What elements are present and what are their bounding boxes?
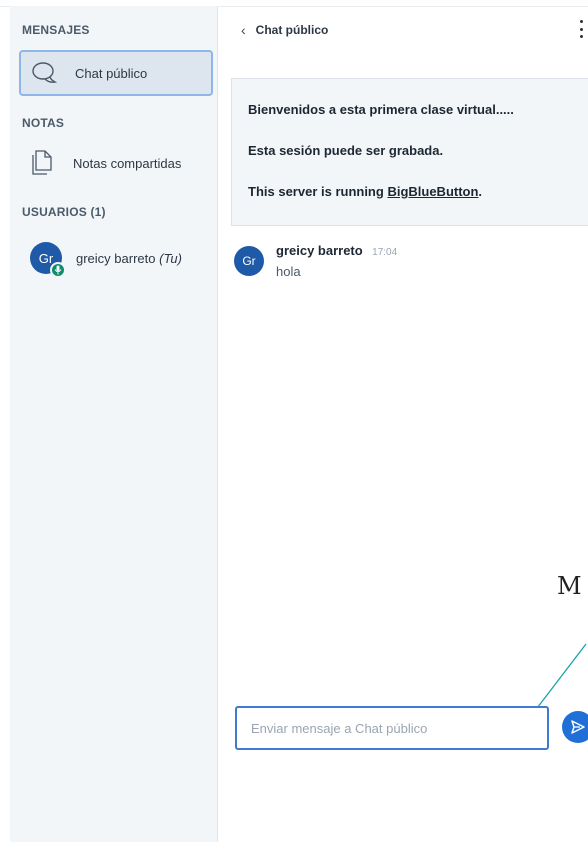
input-placeholder: Enviar mensaje a Chat público [251, 720, 428, 736]
chat-message-input[interactable]: Enviar mensaje a Chat público [235, 706, 549, 750]
send-button[interactable] [562, 711, 588, 743]
send-icon [571, 720, 585, 734]
